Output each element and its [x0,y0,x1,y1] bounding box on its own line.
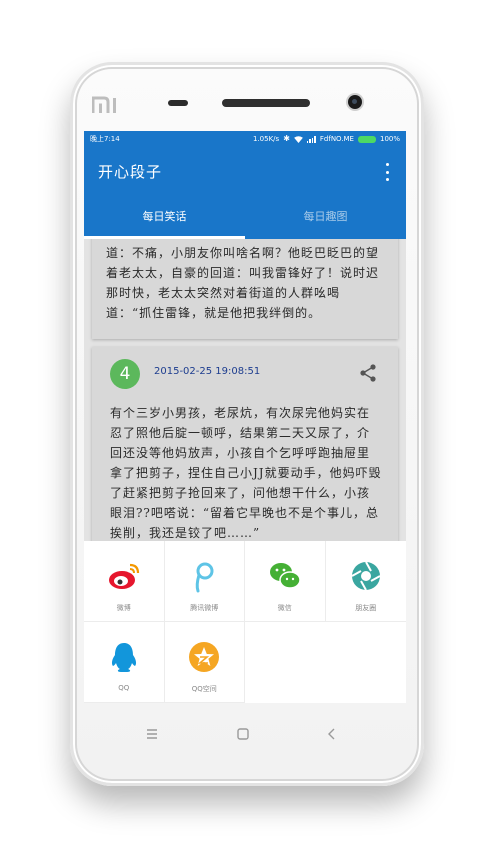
share-label: 微信 [277,604,292,612]
share-icon[interactable] [358,363,378,383]
wifi-icon [294,135,303,143]
tencent-weibo-icon [195,562,214,593]
weibo-icon [108,563,139,589]
network-speed: 1.05K/s [253,135,280,143]
share-weibo[interactable]: 微博 [84,541,165,622]
share-label: QQ空间 [191,685,217,693]
share-label: QQ [118,684,130,692]
share-qzone[interactable]: QQ空间 [164,622,245,703]
status-time: 晚上7:14 [90,135,120,143]
share-label: 朋友圈 [355,604,377,612]
share-sheet: 微博 腾讯微博 微信 朋友圈 QQ QQ空间 [84,541,406,703]
share-qq[interactable]: QQ [84,622,165,703]
empty-cell [245,622,326,703]
moments-icon [351,561,381,591]
share-tencent-weibo[interactable]: 腾讯微博 [164,541,245,622]
earpiece-speaker [222,99,310,107]
joke-timestamp: 2015-02-25 19:08:51 [154,366,261,377]
share-label: 微博 [116,604,131,612]
tab-daily-pictures[interactable]: 每日趣图 [245,195,406,239]
mi-logo [92,96,116,113]
joke-list[interactable]: 道：不痛，小朋友你叫啥名啊？他眨巴眨巴的望着老太太，自豪的回道：叫我雷锋好了！说… [84,239,406,541]
tab-bar: 每日笑话 每日趣图 [84,195,406,239]
share-wechat[interactable]: 微信 [245,541,326,622]
qq-icon [111,643,136,672]
home-icon[interactable] [235,726,251,742]
signal-icon [306,135,316,143]
app-bar: 开心段子 [84,147,406,195]
qzone-icon [189,642,220,672]
menu-icon[interactable] [144,726,160,742]
battery-icon [357,135,376,143]
joke-text: 有个三岁小男孩，老尿炕，有次尿完他妈实在忍了照他后腚一顿呼，结果第二天又尿了，介… [110,406,382,540]
bluetooth-icon: ✱ [283,134,290,143]
tab-daily-jokes[interactable]: 每日笑话 [84,195,245,239]
more-vert-icon[interactable] [384,163,390,181]
joke-number-badge: 4 [110,359,140,389]
front-sensor [168,100,188,106]
back-icon[interactable] [324,726,340,742]
empty-cell [326,622,407,703]
joke-card[interactable]: 4 2015-02-25 19:08:51 有个三岁小男孩，老尿炕，有次尿完他妈… [92,347,398,541]
joke-card[interactable]: 道：不痛，小朋友你叫啥名啊？他眨巴眨巴的望着老太太，自豪的回道：叫我雷锋好了！说… [92,239,398,339]
share-moments[interactable]: 朋友圈 [325,541,406,622]
joke-text: 道：不痛，小朋友你叫啥名啊？他眨巴眨巴的望着老太太，自豪的回道：叫我雷锋好了！说… [106,246,380,320]
app-title: 开心段子 [98,163,163,181]
front-camera [348,95,362,109]
screen: 晚上7:14 1.05K/s ✱ FdfNO.ME 100% 开心段子 每日笑话… [84,131,406,703]
battery-level: 100% [379,135,400,143]
status-icons: 1.05K/s ✱ FdfNO.ME 100% [253,131,400,147]
status-bar: 晚上7:14 1.05K/s ✱ FdfNO.ME 100% [84,131,406,147]
carrier-label: FdfNO.ME [319,135,354,143]
share-label: 腾讯微博 [190,604,219,612]
wechat-icon [269,563,301,589]
hardware-nav-bar [84,716,406,752]
